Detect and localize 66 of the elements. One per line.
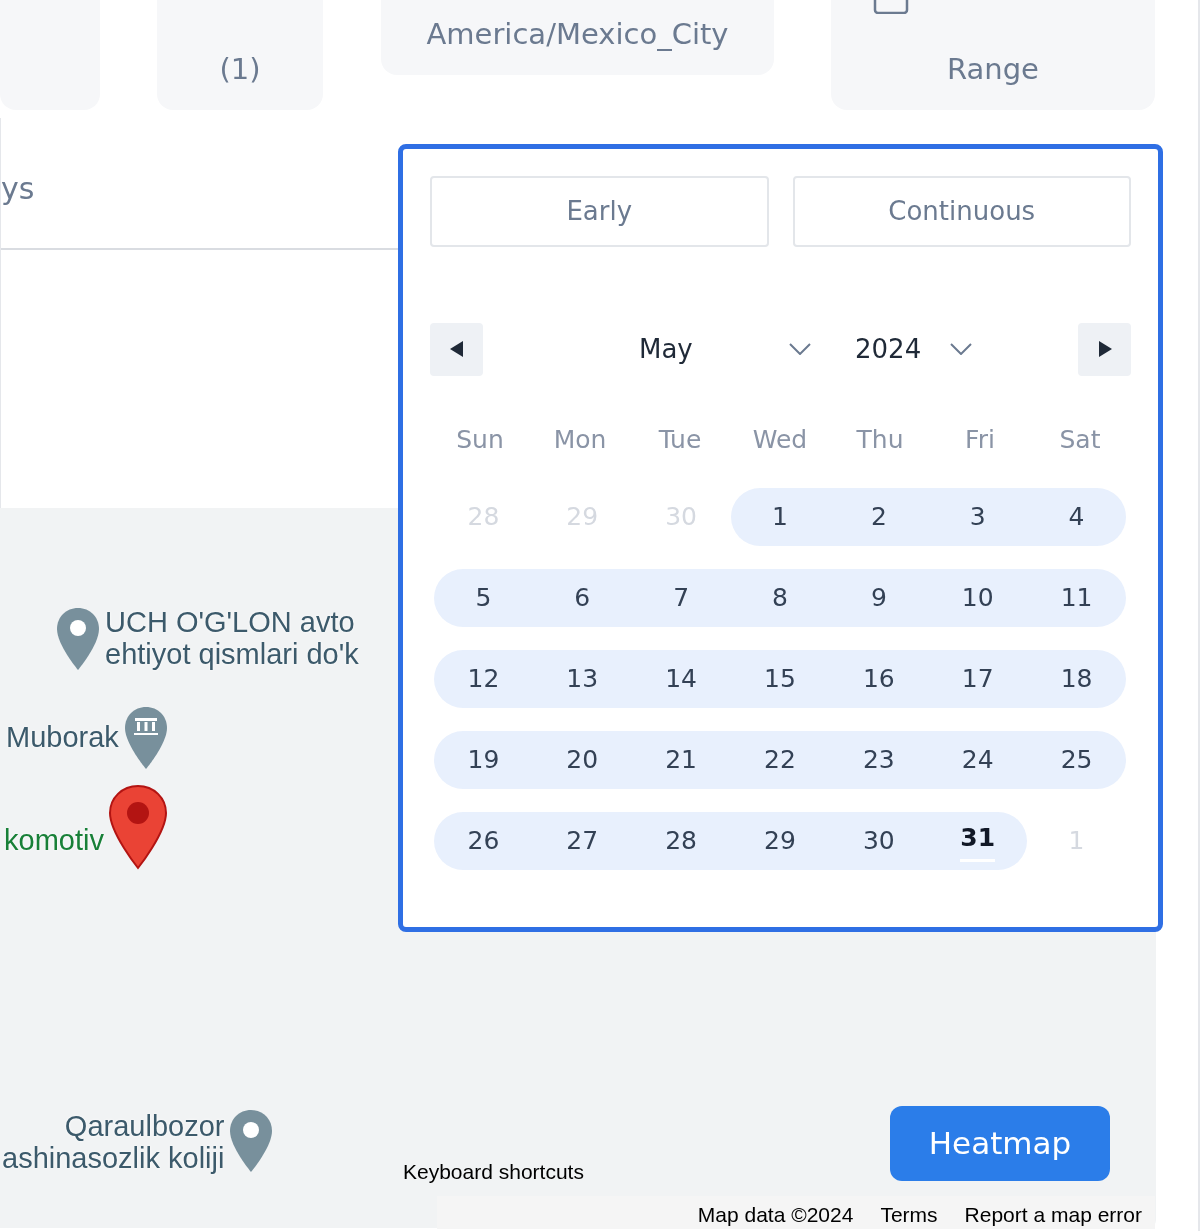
left-triangle-icon (449, 341, 464, 357)
month-select[interactable]: May (639, 329, 811, 369)
day-cell[interactable]: 28 (631, 811, 731, 870)
building-pin-icon (122, 705, 169, 771)
selected-pin-icon (107, 784, 168, 870)
chevron-down-icon (950, 343, 972, 355)
tab-label[interactable]: ys (1, 174, 35, 204)
pin-icon (55, 606, 101, 672)
weekday-label: Thu (855, 424, 905, 456)
day-cell[interactable]: 3 (928, 487, 1028, 546)
weekday-label: Sat (1058, 424, 1102, 456)
day-cell[interactable]: 18 (1027, 649, 1126, 708)
map-footer-link[interactable]: Report a map error (964, 1199, 1142, 1231)
calendar-icon (873, 0, 909, 14)
day-cell[interactable]: 27 (532, 811, 632, 870)
day-cell[interactable]: 22 (730, 730, 830, 789)
day-cell[interactable]: 20 (532, 730, 632, 789)
day-cell[interactable]: 8 (730, 568, 830, 627)
place-label: komotiv (4, 824, 104, 856)
keyboard-shortcuts-link[interactable]: Keyboard shortcuts (403, 1156, 584, 1188)
mode-button[interactable]: Early (430, 176, 769, 247)
weekday-label: Sun (455, 424, 505, 456)
right-triangle-icon (1097, 341, 1112, 357)
day-cell[interactable]: 10 (928, 568, 1028, 627)
day-cell[interactable]: 19 (434, 730, 533, 789)
day-cell[interactable]: 17 (928, 649, 1028, 708)
mode-button[interactable]: Continuous (792, 176, 1131, 247)
map-data-text: Map data ©2024 (697, 1202, 854, 1228)
day-cell[interactable]: 11 (1027, 568, 1126, 627)
day-cell[interactable]: 14 (631, 649, 731, 708)
weekday-label: Wed (751, 424, 809, 456)
weekday-label: Tue (657, 424, 703, 456)
day-cell[interactable]: 5 (434, 568, 533, 627)
day-cell[interactable]: 13 (532, 649, 632, 708)
day-cell[interactable]: 23 (829, 730, 929, 789)
year-select[interactable]: 2024 (855, 329, 972, 369)
day-cell[interactable]: 2 (829, 487, 929, 546)
day-cell[interactable]: 6 (532, 568, 632, 627)
map-footer-link[interactable]: Terms (880, 1199, 938, 1231)
day-cell[interactable]: 12 (434, 649, 533, 708)
date-range-button[interactable]: Range (831, 0, 1155, 110)
day-cell[interactable]: 30 (829, 811, 929, 870)
day-cell[interactable]: 26 (434, 811, 533, 870)
place-label: Muborak (6, 721, 119, 753)
filter-button[interactable]: America/Mexico_City (381, 0, 774, 75)
day-cell[interactable]: 7 (631, 568, 731, 627)
filter-button[interactable]: (1) (157, 0, 323, 110)
day-cell[interactable]: 29 (730, 811, 830, 870)
day-cell[interactable]: 25 (1027, 730, 1126, 789)
day-cell[interactable]: 16 (829, 649, 929, 708)
day-cell[interactable]: 21 (631, 730, 731, 789)
day-cell[interactable]: 24 (928, 730, 1028, 789)
previous-month-button[interactable] (430, 322, 483, 376)
weekday-label: Fri (964, 424, 996, 456)
chevron-down-icon (789, 343, 811, 355)
day-cell[interactable]: 15 (730, 649, 830, 708)
heatmap-button[interactable]: Heatmap (890, 1106, 1110, 1181)
day-cell[interactable]: 9 (829, 568, 929, 627)
day-cell[interactable]: 1 (730, 487, 830, 546)
weekday-label: Mon (552, 424, 608, 456)
day-cell[interactable]: 4 (1027, 487, 1126, 546)
next-month-button[interactable] (1078, 322, 1131, 376)
day-cell[interactable]: 31 (928, 811, 1028, 870)
place-label: UCH O'G'LON avto ehtiyot qismlari do'k (105, 606, 359, 670)
pin-icon (228, 1108, 275, 1174)
place-label: Qaraulbozor ashinasozlik koliji (2, 1110, 225, 1174)
